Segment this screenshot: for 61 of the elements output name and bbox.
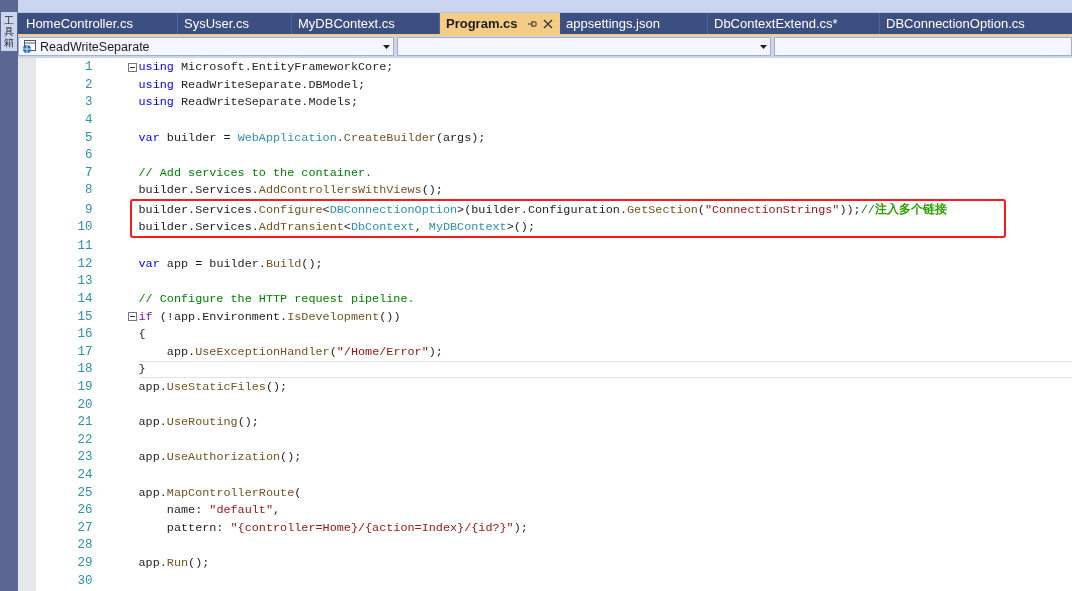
code-line: // Add services to the container.	[138, 165, 373, 180]
code-line: app.UseStaticFiles();	[138, 380, 288, 394]
code-line: app.Run();	[138, 555, 210, 570]
code-line: app.UseExceptionHandler("/Home/Error");	[165, 344, 443, 359]
line-number: 1	[84, 60, 93, 75]
line-number: 20	[76, 397, 93, 412]
code-line: builder.Services.Configure<DBConnectionOption>(builder.Configuration.GetSection("ConnectionStrings"));//注入多个链接	[138, 201, 947, 219]
file-tab[interactable]: Program.cs	[440, 13, 560, 34]
toolbox-tab[interactable]: 工具箱	[1, 12, 17, 51]
line-number: 14	[76, 292, 93, 306]
line-number: 12	[76, 256, 93, 271]
line-number: 22	[76, 432, 93, 447]
line-number: 29	[76, 555, 93, 570]
line-number: 6	[84, 148, 93, 163]
code-line: using Microsoft.EntityFrameworkCore;	[138, 60, 394, 75]
code-line: }	[138, 362, 146, 377]
code-line: // Configure the HTTP request pipeline.	[138, 292, 415, 306]
pin-icon[interactable]	[527, 18, 537, 29]
collapse-icon[interactable]	[127, 62, 137, 72]
code-line: var app = builder.Build();	[138, 256, 323, 271]
code-line: var builder = WebApplication.CreateBuilder(args);	[138, 130, 486, 145]
line-number: 24	[76, 467, 93, 482]
dropdown-caret-icon	[382, 44, 390, 49]
line-number: 21	[76, 415, 93, 430]
line-number: 9	[84, 202, 93, 217]
line-number: 8	[84, 183, 93, 198]
code-line: builder.Services.AddTransient<DbContext, MyDBContext>();	[138, 220, 535, 235]
line-number: 5	[84, 130, 93, 145]
close-icon[interactable]	[543, 18, 553, 29]
line-number: 16	[76, 327, 93, 342]
line-number: 28	[76, 538, 93, 553]
code-line: app.UseAuthorization();	[138, 450, 302, 465]
project-icon	[22, 39, 37, 54]
code-line: builder.Services.AddControllersWithViews();	[138, 183, 443, 198]
line-number: 17	[76, 344, 93, 359]
line-number: 2	[84, 77, 93, 92]
line-number: 11	[76, 239, 93, 254]
line-number: 23	[76, 450, 93, 465]
dropdown-caret-icon	[759, 44, 767, 49]
code-line: name: "default",	[165, 503, 281, 518]
line-number: 27	[76, 520, 93, 535]
line-number: 30	[76, 573, 93, 588]
line-number: 18	[76, 362, 93, 377]
code-line: {	[138, 327, 146, 342]
code-line: using ReadWriteSeparate.Models;	[138, 95, 358, 110]
line-number: 7	[84, 165, 93, 180]
line-number: 19	[76, 380, 93, 394]
line-number: 15	[76, 309, 93, 324]
line-number: 10	[76, 220, 93, 235]
project-dropdown[interactable]: ReadWriteSeparate	[18, 37, 394, 56]
collapse-icon[interactable]	[127, 312, 137, 322]
line-number: 26	[76, 503, 93, 518]
code-line: using ReadWriteSeparate.DBModel;	[138, 77, 366, 92]
line-number: 25	[76, 485, 93, 500]
line-number: 13	[76, 274, 93, 289]
code-line: app.UseRouting();	[138, 415, 259, 430]
code-line: if (!app.Environment.IsDevelopment())	[138, 309, 401, 324]
line-number: 3	[84, 95, 93, 110]
line-number: 4	[84, 113, 93, 128]
code-line: app.MapControllerRoute(	[138, 485, 302, 500]
code-line: pattern: "{controller=Home}/{action=Index}/{id?}");	[165, 520, 528, 535]
